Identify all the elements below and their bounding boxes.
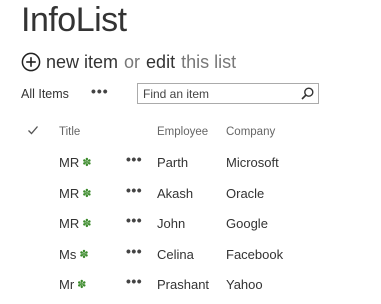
view-selector-all-items[interactable]: All Items (21, 87, 69, 101)
table-row[interactable]: MR ✽ ••• John Google (0, 209, 381, 240)
table-row[interactable]: Mr ✽ ••• Prashant Yahoo (0, 270, 381, 301)
row-title[interactable]: Ms (59, 247, 76, 262)
row-employee: Celina (157, 246, 194, 262)
row-title[interactable]: Mr (59, 277, 74, 292)
new-item-icon: ✽ (82, 157, 92, 169)
row-company: Yahoo (226, 277, 263, 292)
row-company: Facebook (226, 246, 284, 262)
new-item-icon: ✽ (79, 248, 89, 261)
row-more-ellipsis[interactable]: ••• (126, 243, 142, 259)
checkmark-icon[interactable] (27, 124, 39, 136)
row-employee: Akash (157, 185, 194, 201)
row-title-cell[interactable]: MR ✽ (59, 155, 91, 170)
row-employee: Prashant (157, 277, 210, 292)
view-more-ellipsis[interactable]: ••• (91, 83, 109, 99)
search-icon[interactable] (301, 87, 314, 100)
row-company: Oracle (226, 185, 265, 201)
page-title: InfoList (21, 1, 127, 39)
table-row[interactable]: MR ✽ ••• Parth Microsoft (0, 148, 381, 179)
row-title[interactable]: MR (59, 186, 79, 201)
row-more-ellipsis[interactable]: ••• (126, 151, 142, 167)
row-employee: Parth (157, 155, 189, 170)
column-header-employee[interactable]: Employee (157, 126, 208, 138)
row-title-cell[interactable]: Ms ✽ (59, 247, 89, 262)
or-text: or (124, 52, 141, 72)
column-header-company[interactable]: Company (226, 126, 275, 138)
new-item-icon: ✽ (82, 187, 92, 200)
row-company: Google (226, 216, 268, 231)
row-more-ellipsis[interactable]: ••• (126, 182, 142, 198)
new-item-icon: ✽ (77, 279, 87, 291)
row-more-ellipsis[interactable]: ••• (126, 212, 142, 228)
row-title[interactable]: MR (59, 216, 79, 231)
row-employee: John (157, 216, 186, 231)
search-input[interactable] (138, 85, 293, 102)
row-title-cell[interactable]: MR ✽ (59, 216, 91, 231)
this-list-text: this list (181, 52, 237, 72)
circle-plus-icon[interactable] (21, 52, 41, 72)
table-row[interactable]: Ms ✽ ••• Celina Facebook (0, 240, 381, 271)
row-more-ellipsis[interactable]: ••• (126, 273, 142, 289)
view-bar: All Items ••• (21, 83, 361, 107)
new-item-link[interactable]: new item (46, 51, 118, 73)
edit-link[interactable]: edit (146, 51, 175, 73)
new-item-icon: ✽ (82, 218, 92, 230)
table-row[interactable]: MR ✽ ••• Akash Oracle (0, 179, 381, 210)
row-title-cell[interactable]: MR ✽ (59, 186, 91, 201)
column-header-title[interactable]: Title (59, 126, 80, 138)
list-table: Title Employee Company MR ✽ ••• Parth Mic… (0, 118, 381, 301)
search-box (137, 83, 319, 104)
new-item-bar: new item or edit this list (21, 51, 236, 73)
row-company: Microsoft (226, 155, 279, 170)
row-title[interactable]: MR (59, 155, 79, 170)
table-header-row: Title Employee Company (0, 118, 381, 148)
row-title-cell[interactable]: Mr ✽ (59, 277, 86, 292)
